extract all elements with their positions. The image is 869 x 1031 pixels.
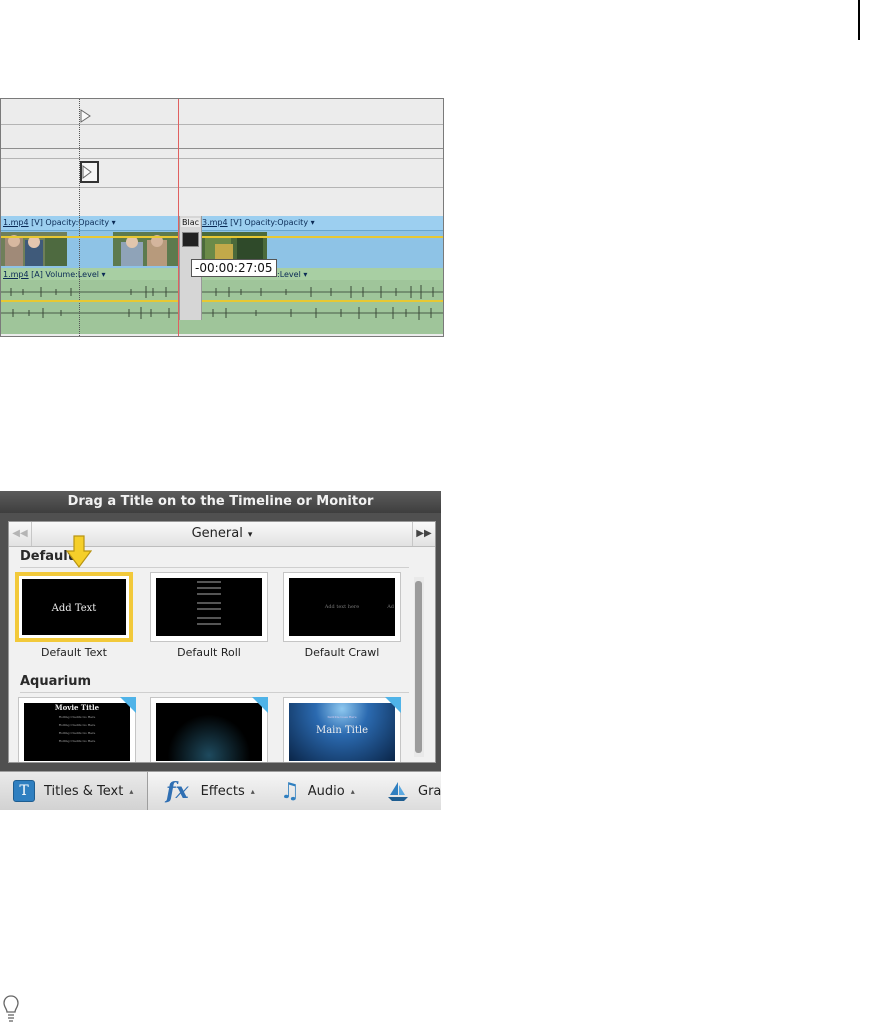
tab-caret-icon: ▴	[250, 786, 255, 796]
titles-list[interactable]: Default Add Text Default Text Default Ro…	[9, 547, 435, 762]
lightbulb-icon	[3, 995, 19, 1022]
titles-text-icon: T	[13, 780, 35, 802]
track-divider	[1, 148, 443, 149]
roll-credit-line: Rolling Credits Go Here	[58, 715, 96, 719]
marker-triangle-icon[interactable]	[80, 109, 92, 123]
video-clip-3-label[interactable]: 3.mp4 [V] Opacity:Opacity ▾	[202, 217, 315, 228]
audio-clip-1-file[interactable]: 1.mp4	[3, 270, 29, 279]
scrollbar-thumb[interactable]	[415, 581, 422, 753]
title-tile-aquarium-1[interactable]: Movie Title Rolling Credits Go Here Roll…	[18, 697, 136, 762]
roll-text-line	[197, 602, 221, 604]
tile-preview	[156, 703, 262, 761]
tile-preview-text-extra: Ad	[387, 604, 394, 610]
video-clip-1-file[interactable]: 1.mp4	[3, 218, 29, 227]
audio-waveform	[1, 306, 443, 320]
tile-preview: Add text here Ad	[289, 578, 395, 636]
title-tile-aquarium-3[interactable]: Subtitle Goes Here Main Title	[283, 697, 401, 762]
tile-preview: Add Text	[22, 579, 126, 635]
tile-preview-text: Add Text	[51, 603, 97, 614]
category-label: General	[191, 526, 243, 541]
ribbon-badge-icon	[120, 697, 136, 713]
titles-scrollbar[interactable]	[414, 577, 424, 757]
track-divider	[1, 124, 443, 125]
tab-audio[interactable]: ♫ Audio ▴	[280, 772, 355, 810]
panel-tab-bar: T Titles & Text ▴ fx Effects ▴ ♫ Audio ▴…	[0, 771, 441, 810]
roll-credit-line: Rolling Credits Go Here	[58, 723, 96, 727]
video-clip-1-label[interactable]: 1.mp4 [V] Opacity:Opacity ▾	[3, 217, 116, 228]
tab-label: Audio	[307, 783, 345, 799]
chevron-down-icon: ▾	[247, 530, 253, 540]
section-title-aquarium: Aquarium	[20, 674, 92, 689]
video-clip-3-file[interactable]: 3.mp4	[202, 218, 228, 227]
tile-preview	[156, 578, 262, 636]
section-divider	[20, 692, 409, 693]
tile-preview-text: Movie Title	[54, 703, 100, 712]
black-clip-label[interactable]: Blac	[181, 218, 201, 227]
title-tile-aquarium-2[interactable]	[150, 697, 268, 762]
roll-text-line	[197, 593, 221, 595]
volume-keyframe-line[interactable]	[1, 300, 443, 302]
music-note-icon: ♫	[280, 778, 300, 804]
video-clip-1-fx[interactable]: [V] Opacity:Opacity ▾	[29, 218, 115, 227]
track-divider	[1, 158, 443, 159]
title-tile-default-text[interactable]: Add Text	[15, 572, 133, 642]
tile-preview: Subtitle Goes Here Main Title	[289, 703, 395, 761]
effects-fx-icon: fx	[166, 778, 189, 804]
roll-text-line	[197, 581, 221, 583]
ribbon-badge-icon	[252, 697, 268, 713]
timeline-panel[interactable]: 1.mp4 [V] Opacity:Opacity ▾ 3.mp4 [V] Op…	[0, 98, 444, 337]
title-tile-default-roll[interactable]	[150, 572, 268, 642]
panel-header: Drag a Title on to the Timeline or Monit…	[0, 491, 441, 513]
sailboat-icon	[388, 782, 408, 801]
roll-text-line	[197, 608, 221, 610]
roll-text-line	[197, 617, 221, 619]
category-dropdown[interactable]: General ▾	[159, 522, 285, 546]
tab-label: Titles & Text	[44, 783, 124, 799]
next-category-button[interactable]: ▶▶	[412, 522, 435, 546]
video-clip-3-fx[interactable]: [V] Opacity:Opacity ▾	[228, 218, 314, 227]
tab-label: Effects	[200, 783, 245, 799]
roll-credit-line: Rolling Credits Go Here	[58, 739, 96, 743]
track-divider	[1, 187, 443, 188]
tile-subtitle-text: Subtitle Goes Here	[327, 715, 357, 719]
ribbon-badge-icon	[385, 697, 401, 713]
tile-preview-text: Main Title	[315, 725, 369, 736]
roll-credit-line: Rolling Credits Go Here	[58, 731, 96, 735]
tab-label: Gra	[418, 783, 442, 799]
tab-effects[interactable]: fx Effects ▴	[166, 772, 255, 810]
tab-caret-icon: ▴	[129, 786, 134, 796]
tab-caret-icon: ▴	[350, 786, 355, 796]
tile-caption: Default Roll	[177, 646, 241, 659]
opacity-keyframe-line[interactable]	[1, 236, 443, 238]
tile-caption: Default Text	[41, 646, 107, 659]
tile-caption: Default Crawl	[304, 646, 380, 659]
audio-clip-1-label[interactable]: 1.mp4 [A] Volume:Level ▾	[3, 269, 106, 280]
tab-titles-and-text[interactable]: T Titles & Text ▴	[0, 772, 148, 810]
audio-clip-1-fx[interactable]: [A] Volume:Level ▾	[29, 270, 105, 279]
prev-category-button[interactable]: ◀◀	[9, 522, 32, 546]
down-arrow-icon	[66, 535, 92, 568]
tile-preview-text: Add text here	[324, 604, 360, 610]
selected-marker-box[interactable]	[80, 161, 99, 183]
tile-preview: Movie Title Rolling Credits Go Here Roll…	[24, 703, 130, 761]
roll-text-line	[197, 587, 221, 589]
roll-text-line	[197, 623, 221, 625]
tab-graphics[interactable]: Gra	[386, 772, 441, 810]
black-clip-thumbnail	[182, 232, 199, 247]
page-corner-rule	[858, 0, 860, 40]
playhead-line[interactable]	[178, 99, 179, 336]
title-tile-default-crawl[interactable]: Add text here Ad	[283, 572, 401, 642]
audio-waveform	[1, 285, 443, 299]
timecode-tooltip: -00:00:27:05	[191, 259, 277, 277]
